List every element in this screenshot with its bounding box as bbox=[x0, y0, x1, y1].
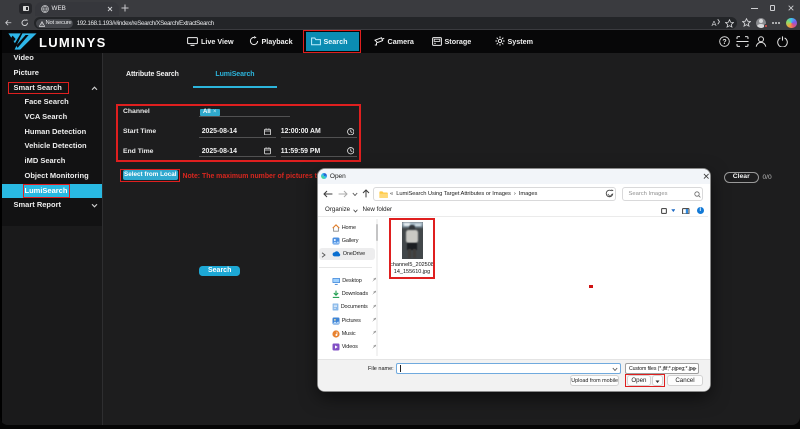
svg-text:?: ? bbox=[722, 39, 726, 46]
